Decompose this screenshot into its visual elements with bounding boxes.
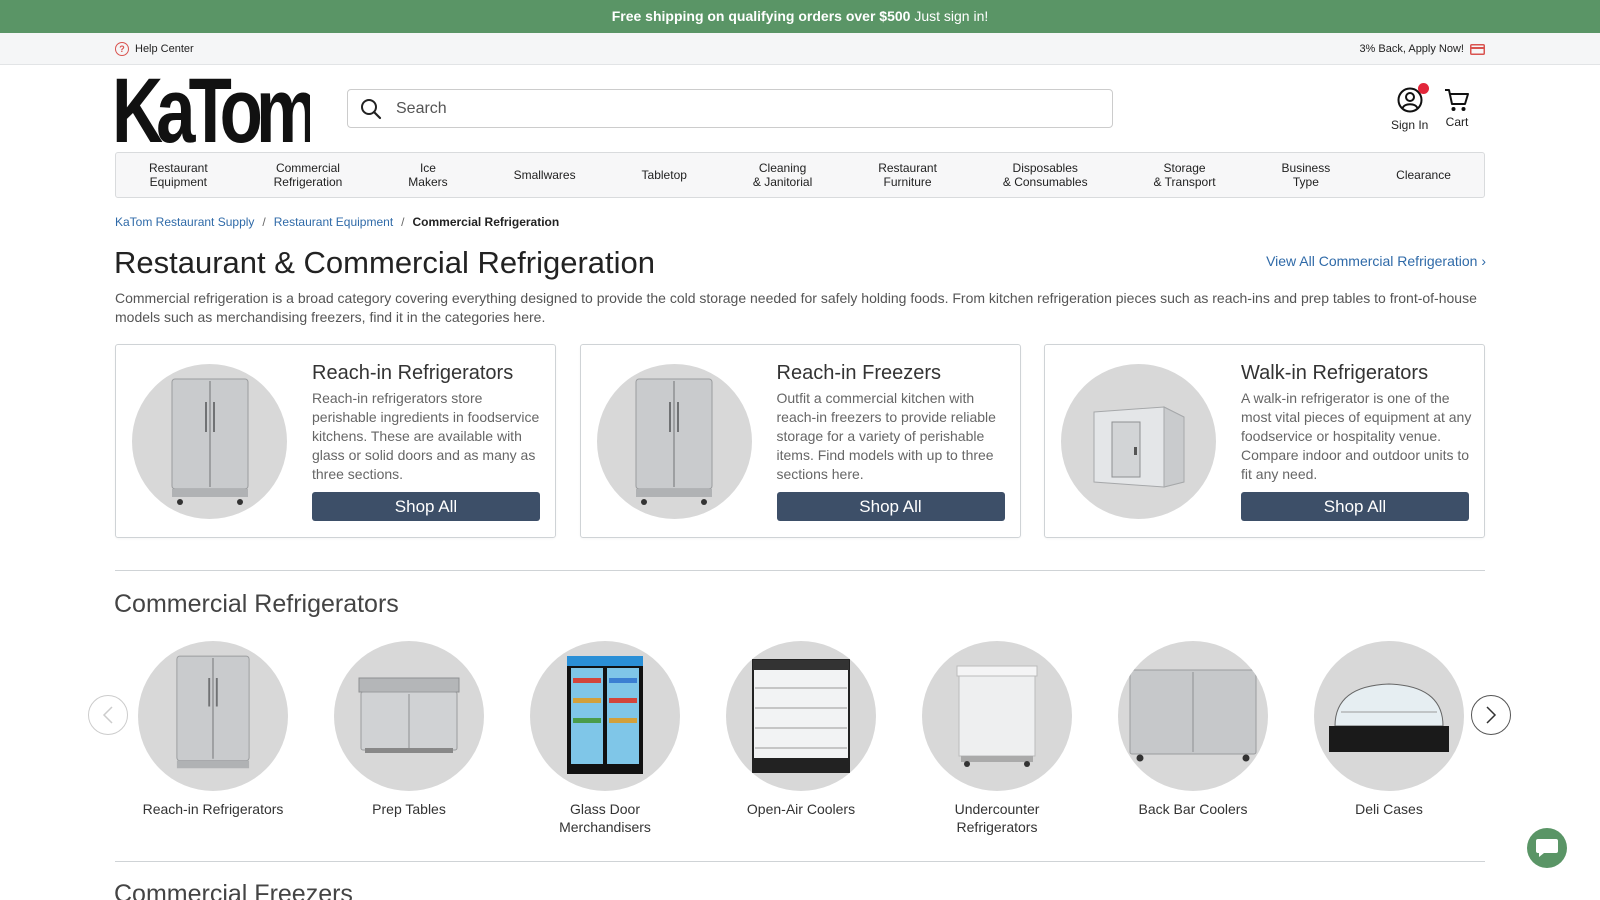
section-title: Commercial Refrigerators xyxy=(114,590,399,618)
cashback-label: 3% Back, Apply Now! xyxy=(1359,43,1464,55)
breadcrumb-current: Commercial Refrigeration xyxy=(412,215,560,229)
card-description: Outfit a commercial kitchen with reach-i… xyxy=(776,390,996,482)
category-image xyxy=(1314,641,1464,791)
section-title: Commercial Freezers xyxy=(114,880,353,900)
category-item[interactable]: Undercounter Refrigerators xyxy=(907,641,1087,836)
chevron-left-icon xyxy=(102,706,113,724)
utility-bar: ? Help Center 3% Back, Apply Now! xyxy=(0,33,1600,65)
category-item[interactable]: Deli Cases xyxy=(1299,641,1479,818)
nav-item-restaurant-furniture[interactable]: Restaurant Furniture xyxy=(878,161,937,189)
walk-in-refrigerator-image[interactable] xyxy=(1061,364,1216,519)
category-label: Prep Tables xyxy=(372,801,446,817)
feature-card: Walk-in Refrigerators A walk-in refriger… xyxy=(1044,344,1485,538)
promo-banner[interactable]: Free shipping on qualifying orders over … xyxy=(0,0,1600,33)
category-image xyxy=(922,641,1072,791)
breadcrumb-parent-link[interactable]: Restaurant Equipment xyxy=(274,215,393,229)
promo-text: Just sign in! xyxy=(914,8,989,24)
credit-card-icon xyxy=(1470,43,1485,55)
category-carousel: Reach-in Refrigerators Prep Tables Glass… xyxy=(115,641,1485,841)
logo-text: KaTom xyxy=(114,72,310,144)
nav-item-disposables-consumables[interactable]: Disposables & Consumables xyxy=(1003,161,1088,189)
cart-button[interactable]: Cart xyxy=(1444,87,1470,129)
nav-item-cleaning-janitorial[interactable]: Cleaning & Janitorial xyxy=(753,161,812,189)
chat-button[interactable] xyxy=(1527,828,1567,868)
shop-all-button[interactable]: Shop All xyxy=(776,492,1005,521)
promo-bold-text: Free shipping on qualifying orders over … xyxy=(611,8,911,24)
reach-in-freezer-image[interactable] xyxy=(596,364,752,519)
cart-label: Cart xyxy=(1445,115,1469,129)
breadcrumb: KaTom Restaurant Supply / Restaurant Equip… xyxy=(115,215,559,229)
card-title[interactable]: Reach-in Freezers xyxy=(777,362,942,385)
cashback-link[interactable]: 3% Back, Apply Now! xyxy=(1359,33,1485,65)
search-icon[interactable] xyxy=(360,98,382,120)
category-label: Open-Air Coolers xyxy=(746,801,856,817)
katom-logo[interactable]: KaTom xyxy=(114,72,310,144)
nav-item-storage-transport[interactable]: Storage & Transport xyxy=(1154,161,1216,189)
page-title: Restaurant & Commercial Refrigeration xyxy=(114,245,655,280)
category-item[interactable]: Prep Tables xyxy=(319,641,499,818)
nav-item-restaurant-equipment[interactable]: Restaurant Equipment xyxy=(149,161,208,189)
category-image xyxy=(530,641,680,791)
nav-item-commercial-refrigeration[interactable]: Commercial Refrigeration xyxy=(274,161,343,189)
site-header: KaTom Sign In Cart xyxy=(0,65,1600,150)
chevron-right-icon xyxy=(1486,706,1497,724)
view-all-label: View All Commercial Refrigeration xyxy=(1266,253,1478,269)
main-nav: Restaurant Equipment Commercial Refriger… xyxy=(115,152,1485,198)
category-item[interactable]: Open-Air Coolers xyxy=(711,641,891,818)
card-description: Reach-in refrigerators store perishable … xyxy=(312,390,540,482)
category-item[interactable]: Glass Door Merchandisers xyxy=(515,641,695,836)
category-image xyxy=(334,641,484,791)
nav-item-clearance[interactable]: Clearance xyxy=(1396,168,1451,182)
intro-text: Commercial refrigeration is a broad cate… xyxy=(115,290,1477,325)
feature-card: Reach-in Refrigerators Reach-in refriger… xyxy=(115,344,556,538)
help-icon: ? xyxy=(115,42,129,56)
shop-all-button[interactable]: Shop All xyxy=(312,492,540,521)
help-center-link[interactable]: ? Help Center xyxy=(115,33,194,65)
section-divider xyxy=(115,570,1485,571)
card-title[interactable]: Walk-in Refrigerators xyxy=(1241,362,1428,385)
chevron-right-icon: › xyxy=(1481,253,1486,269)
category-image xyxy=(726,641,876,791)
category-label: Undercounter Refrigerators xyxy=(954,801,1040,835)
category-item[interactable]: Back Bar Coolers xyxy=(1103,641,1283,818)
reach-in-refrigerator-image[interactable] xyxy=(132,364,287,519)
nav-item-business-type[interactable]: Business Type xyxy=(1282,161,1331,189)
search-bar[interactable] xyxy=(347,89,1113,128)
nav-item-ice-makers[interactable]: Ice Makers xyxy=(408,161,447,189)
shop-all-button[interactable]: Shop All xyxy=(1241,492,1469,521)
carousel-next-button[interactable] xyxy=(1471,695,1511,735)
category-label: Deli Cases xyxy=(1355,801,1423,817)
category-item[interactable]: Reach-in Refrigerators xyxy=(123,641,303,818)
sign-in-button[interactable]: Sign In xyxy=(1391,83,1429,132)
category-image xyxy=(138,641,288,791)
chat-icon xyxy=(1536,839,1558,857)
account-icon-wrap xyxy=(1397,83,1429,116)
category-image xyxy=(1118,641,1268,791)
search-input[interactable] xyxy=(396,99,1076,118)
help-center-label: Help Center xyxy=(135,43,194,55)
breadcrumb-home-link[interactable]: KaTom Restaurant Supply xyxy=(115,215,254,229)
card-title[interactable]: Reach-in Refrigerators xyxy=(312,362,513,385)
category-label: Reach-in Refrigerators xyxy=(142,801,284,817)
breadcrumb-separator: / xyxy=(262,215,266,229)
feature-cards: Reach-in Refrigerators Reach-in refriger… xyxy=(115,344,1485,538)
notification-dot xyxy=(1417,83,1429,94)
sign-in-label: Sign In xyxy=(1391,118,1429,132)
feature-card: Reach-in Freezers Outfit a commercial ki… xyxy=(579,344,1021,538)
breadcrumb-separator: / xyxy=(401,215,405,229)
card-description: A walk-in refrigerator is one of the mos… xyxy=(1241,390,1472,482)
category-label: Glass Door Merchandisers xyxy=(559,801,651,835)
view-all-link[interactable]: View All Commercial Refrigeration › xyxy=(1266,253,1486,269)
category-label: Back Bar Coolers xyxy=(1138,801,1248,817)
section-divider xyxy=(115,861,1485,862)
cart-icon xyxy=(1445,89,1469,111)
nav-item-tabletop[interactable]: Tabletop xyxy=(642,168,687,182)
nav-item-smallwares[interactable]: Smallwares xyxy=(514,168,576,182)
